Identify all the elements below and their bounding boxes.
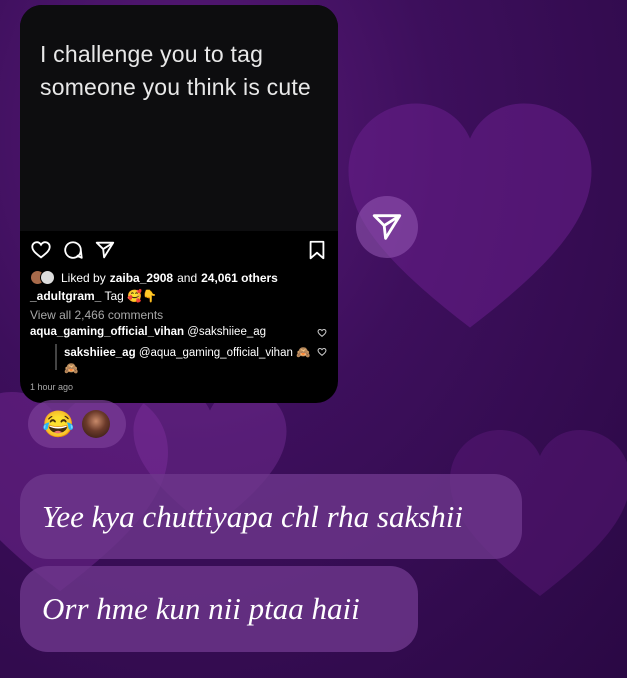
message-text: Yee kya chuttiyapa chl rha sakshii bbox=[42, 498, 464, 534]
comment-icon[interactable] bbox=[62, 239, 84, 261]
caption-user[interactable]: _adultgram_ bbox=[30, 289, 101, 303]
send-icon[interactable] bbox=[94, 239, 116, 261]
post-image-text: I challenge you to tag someone you think… bbox=[40, 41, 311, 100]
comment-2-user[interactable]: sakshiiee_ag bbox=[64, 347, 136, 359]
liked-and: and bbox=[177, 270, 198, 285]
comment-2: sakshiiee_ag @aqua_gaming_official_vihan… bbox=[64, 345, 310, 359]
comment-1-user[interactable]: aqua_gaming_official_vihan bbox=[30, 326, 184, 338]
view-all-comments-link[interactable]: View all 2,466 comments bbox=[30, 308, 163, 322]
shared-post-card[interactable]: I challenge you to tag someone you think… bbox=[20, 5, 338, 403]
share-icon bbox=[372, 214, 402, 240]
liker-avatars bbox=[30, 270, 55, 285]
comment-like-heart-icon[interactable] bbox=[317, 347, 327, 357]
comment-2-text: @aqua_gaming_official_vihan 🙈 bbox=[138, 347, 311, 359]
comment-1: aqua_gaming_official_vihan @sakshiiee_ag bbox=[30, 326, 266, 338]
comment-1-text: @sakshiiee_ag bbox=[187, 326, 267, 338]
post-actions bbox=[30, 239, 328, 265]
reaction-emoji: 😂 bbox=[42, 409, 75, 439]
avatar bbox=[40, 270, 55, 285]
message-bubble[interactable]: Orr hme kun nii ptaa haii bbox=[20, 566, 418, 652]
liked-user[interactable]: zaiba_2908 bbox=[110, 271, 173, 285]
message-text: Orr hme kun nii ptaa haii bbox=[42, 591, 360, 626]
reply-indicator bbox=[55, 344, 57, 370]
share-button[interactable] bbox=[356, 196, 418, 258]
heart-icon[interactable] bbox=[30, 239, 52, 261]
message-reaction[interactable]: 😂 bbox=[28, 400, 126, 448]
comment-2-continued: 🙈 bbox=[64, 363, 79, 375]
post-image[interactable]: I challenge you to tag someone you think… bbox=[20, 5, 338, 231]
avatar bbox=[82, 410, 111, 438]
caption-text: Tag 🥰👇 bbox=[104, 289, 158, 303]
post-timestamp: 1 hour ago bbox=[30, 382, 74, 392]
message-bubble[interactable]: Yee kya chuttiyapa chl rha sakshii bbox=[20, 474, 522, 559]
comment-like-heart-icon[interactable] bbox=[317, 328, 327, 338]
liked-count[interactable]: 24,061 others bbox=[201, 271, 278, 285]
likes-row[interactable]: Liked by zaiba_2908 and 24,061 others bbox=[30, 270, 278, 285]
liked-prefix: Liked by bbox=[61, 270, 106, 285]
bookmark-icon[interactable] bbox=[306, 239, 328, 261]
post-caption: _adultgram_ Tag 🥰👇 bbox=[30, 289, 157, 303]
